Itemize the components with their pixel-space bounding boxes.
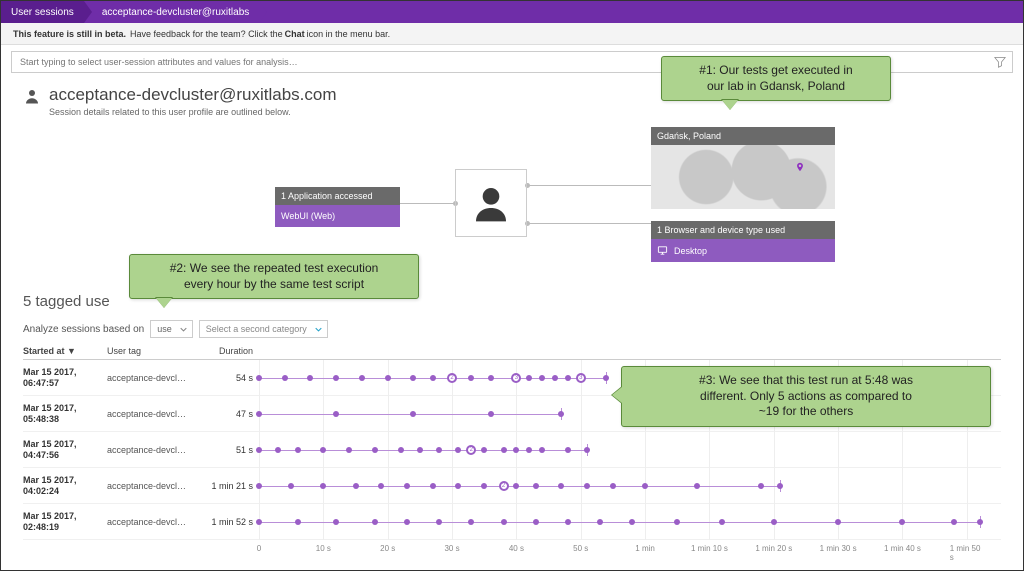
col-usertag[interactable]: User tag bbox=[107, 346, 203, 356]
map-pin-icon bbox=[795, 159, 805, 169]
device-label: Desktop bbox=[674, 246, 707, 256]
cell-started: Mar 15 2017,02:48:19 bbox=[23, 511, 107, 533]
annotation-1: #1: Our tests get executed inour lab in … bbox=[661, 56, 891, 101]
time-axis: 0 10 s 20 s 30 s 40 s 50 s 1 min 1 min 10 s 1 mi… bbox=[259, 540, 1001, 554]
beta-chat: Chat bbox=[285, 29, 305, 39]
axis-tick: 1 min 30 s bbox=[820, 544, 857, 553]
session-timeline bbox=[259, 504, 1001, 540]
user-avatar-icon bbox=[471, 183, 511, 223]
session-row[interactable]: Mar 15 2017,02:48:19acceptance-devcl…1 m… bbox=[23, 504, 1001, 540]
cell-usertag: acceptance-devcl… bbox=[107, 517, 203, 527]
annotation-3: #3: We see that this test run at 5:48 wa… bbox=[621, 366, 991, 427]
cell-usertag: acceptance-devcl… bbox=[107, 481, 203, 491]
cell-started: Mar 15 2017,06:47:57 bbox=[23, 367, 107, 389]
session-timeline: 2 bbox=[259, 468, 1001, 504]
device-card[interactable]: 1 Browser and device type used Desktop bbox=[651, 221, 835, 262]
device-card-header: 1 Browser and device type used bbox=[651, 221, 835, 239]
analyze-controls: Analyze sessions based on use Select a s… bbox=[23, 320, 1001, 338]
chevron-down-icon bbox=[180, 326, 187, 333]
col-duration[interactable]: Duration bbox=[203, 346, 259, 356]
breadcrumb-root[interactable]: User sessions bbox=[1, 1, 84, 23]
cell-duration: 47 s bbox=[203, 409, 259, 419]
location-card[interactable]: Gdańsk, Poland bbox=[651, 127, 835, 209]
axis-tick: 0 bbox=[257, 544, 261, 553]
cell-duration: 1 min 52 s bbox=[203, 517, 259, 527]
cell-duration: 51 s bbox=[203, 445, 259, 455]
axis-tick: 1 min 20 s bbox=[755, 544, 792, 553]
category-select-1[interactable]: use bbox=[150, 320, 193, 338]
analyze-label: Analyze sessions based on bbox=[23, 324, 144, 335]
cell-usertag: acceptance-devcl… bbox=[107, 373, 203, 383]
axis-tick: 50 s bbox=[573, 544, 588, 553]
col-started[interactable]: Started at ▼ bbox=[23, 346, 107, 356]
filter-icon[interactable] bbox=[994, 56, 1006, 68]
axis-tick: 1 min bbox=[635, 544, 655, 553]
axis-tick: 1 min 40 s bbox=[884, 544, 921, 553]
annotation-2: #2: We see the repeated test executionev… bbox=[129, 254, 419, 299]
session-row[interactable]: Mar 15 2017,04:47:56acceptance-devcl…51 … bbox=[23, 432, 1001, 468]
page-title: acceptance-devcluster@ruxitlabs.com bbox=[49, 85, 337, 105]
location-map bbox=[651, 145, 835, 209]
cell-duration: 54 s bbox=[203, 373, 259, 383]
cell-duration: 1 min 21 s bbox=[203, 481, 259, 491]
axis-tick: 1 min 10 s bbox=[691, 544, 728, 553]
cell-usertag: acceptance-devcl… bbox=[107, 445, 203, 455]
application-card-body[interactable]: WebUI (Web) bbox=[275, 205, 400, 227]
breadcrumb-bar: User sessions acceptance-devcluster@ruxi… bbox=[1, 1, 1023, 23]
page-subtitle: Session details related to this user pro… bbox=[49, 107, 337, 117]
session-timeline: 2 bbox=[259, 432, 1001, 468]
axis-tick: 1 min 50 s bbox=[950, 544, 984, 562]
cell-started: Mar 15 2017,04:47:56 bbox=[23, 439, 107, 461]
cell-started: Mar 15 2017,05:48:38 bbox=[23, 403, 107, 425]
desktop-icon bbox=[657, 245, 668, 256]
axis-tick: 20 s bbox=[380, 544, 395, 553]
beta-tail: icon in the menu bar. bbox=[307, 29, 391, 39]
cell-started: Mar 15 2017,04:02:24 bbox=[23, 475, 107, 497]
axis-tick: 10 s bbox=[316, 544, 331, 553]
device-card-body[interactable]: Desktop bbox=[651, 239, 835, 262]
location-card-header: Gdańsk, Poland bbox=[651, 127, 835, 145]
session-row[interactable]: Mar 15 2017,04:02:24acceptance-devcl…1 m… bbox=[23, 468, 1001, 504]
chevron-down-icon bbox=[315, 326, 322, 333]
category-select-2[interactable]: Select a second category bbox=[199, 320, 328, 338]
user-icon bbox=[23, 87, 41, 105]
beta-bold: This feature is still in beta. bbox=[13, 29, 126, 39]
axis-tick: 30 s bbox=[444, 544, 459, 553]
axis-tick: 40 s bbox=[509, 544, 524, 553]
cell-usertag: acceptance-devcl… bbox=[107, 409, 203, 419]
application-card-header: 1 Application accessed bbox=[275, 187, 400, 205]
application-card[interactable]: 1 Application accessed WebUI (Web) bbox=[275, 187, 400, 227]
table-header: Started at ▼ User tag Duration bbox=[23, 346, 1001, 360]
beta-text: Have feedback for the team? Click the bbox=[130, 29, 283, 39]
beta-banner: This feature is still in beta. Have feed… bbox=[1, 23, 1023, 45]
breadcrumb-leaf[interactable]: acceptance-devcluster@ruxitlabs bbox=[84, 1, 259, 23]
